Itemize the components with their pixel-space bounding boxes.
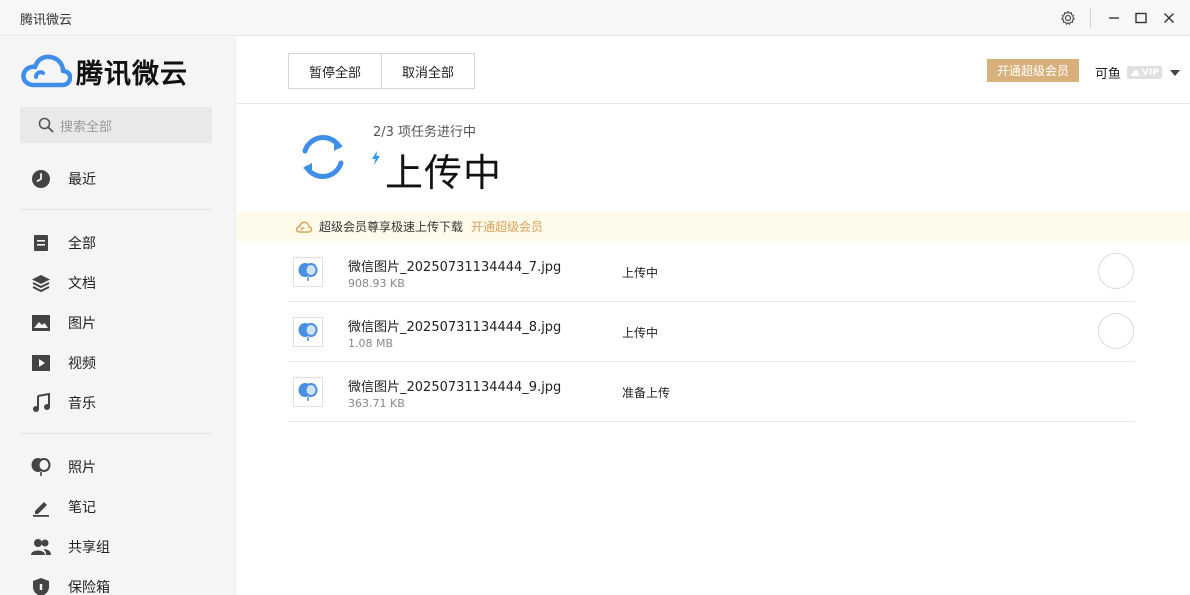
photo-thumbnail	[293, 377, 323, 407]
sidebar-item-label: 文档	[68, 276, 96, 292]
sidebar-item-notes[interactable]: 笔记	[30, 495, 96, 519]
sidebar-item-label: 音乐	[68, 396, 96, 412]
sidebar-item-label: 照片	[68, 460, 96, 476]
sidebar-item-label: 图片	[68, 316, 96, 332]
minimize-icon[interactable]	[1104, 8, 1124, 28]
photo-thumbnail	[293, 257, 323, 287]
lightning-icon	[372, 151, 380, 165]
brand-logo: 腾讯微云	[20, 51, 188, 91]
open-vip-button[interactable]: 开通超级会员	[987, 59, 1080, 82]
sidebar-item-vault[interactable]: 保险箱	[30, 575, 110, 595]
close-icon[interactable]	[1159, 8, 1179, 28]
music-note-icon	[30, 392, 52, 414]
search-icon	[38, 117, 54, 133]
photo-thumbnail	[293, 317, 323, 347]
image-icon	[30, 312, 52, 334]
sidebar-divider	[20, 209, 212, 210]
title-bar: 腾讯微云	[0, 0, 1190, 36]
titlebar-divider	[1090, 8, 1091, 28]
toolbar: 暂停全部 取消全部 开通超级会员 可鱼 VIP	[237, 37, 1190, 104]
upload-progress-button[interactable]	[1098, 313, 1134, 349]
username: 可鱼	[1095, 67, 1122, 82]
sidebar-item-videos[interactable]: 视频	[30, 351, 96, 375]
file-status: 上传中	[622, 326, 659, 340]
balloon-icon	[298, 383, 318, 401]
sidebar-divider	[20, 433, 212, 434]
chevron-down-icon	[1169, 69, 1180, 76]
users-icon	[30, 536, 52, 558]
balloon-icon	[298, 263, 318, 281]
task-button-group: 暂停全部 取消全部	[288, 53, 476, 89]
sidebar-item-label: 最近	[68, 172, 96, 188]
settings-icon[interactable]	[1058, 8, 1078, 28]
sidebar: 腾讯微云 搜索全部 最近 全部 文档 图片 视频 音乐 照片 笔记 共享组 保险…	[0, 37, 236, 595]
pause-all-button[interactable]: 暂停全部	[288, 53, 383, 89]
layers-icon	[30, 272, 52, 294]
open-vip-link[interactable]: 开通超级会员	[471, 218, 543, 235]
task-progress-text: 2/3 项任务进行中	[373, 125, 477, 140]
status-title: 上传中	[385, 151, 503, 195]
table-row[interactable]: 微信图片_20250731134444_8.jpg 1.08 MB 上传中	[288, 302, 1135, 362]
play-icon	[30, 352, 52, 374]
sidebar-item-label: 笔记	[68, 500, 96, 516]
pencil-icon	[30, 496, 52, 518]
file-status: 准备上传	[622, 386, 671, 400]
file-status: 上传中	[622, 266, 659, 280]
shield-icon	[30, 576, 52, 595]
maximize-icon[interactable]	[1131, 8, 1151, 28]
balloon-icon	[298, 323, 318, 341]
user-menu[interactable]: 可鱼 VIP	[1095, 63, 1180, 82]
file-name: 微信图片_20250731134444_7.jpg	[348, 260, 562, 275]
upload-file-list: 微信图片_20250731134444_7.jpg 908.93 KB 上传中 …	[288, 242, 1135, 422]
sidebar-item-music[interactable]: 音乐	[30, 391, 96, 415]
clock-icon	[30, 168, 52, 190]
table-row[interactable]: 微信图片_20250731134444_7.jpg 908.93 KB 上传中	[288, 242, 1135, 302]
file-size: 1.08 MB	[348, 337, 394, 350]
vip-badge: VIP	[1127, 66, 1162, 79]
file-icon	[30, 232, 52, 254]
file-name: 微信图片_20250731134444_8.jpg	[348, 320, 562, 335]
upload-progress-button[interactable]	[1098, 253, 1134, 289]
sidebar-item-recent[interactable]: 最近	[30, 167, 96, 191]
window-title: 腾讯微云	[20, 13, 73, 28]
file-size: 363.71 KB	[348, 397, 405, 410]
cloud-outline-icon	[295, 221, 313, 233]
cloud-logo-icon	[21, 54, 72, 88]
table-row[interactable]: 微信图片_20250731134444_9.jpg 363.71 KB 准备上传	[288, 362, 1135, 422]
balloon-icon	[30, 456, 52, 478]
sidebar-item-label: 共享组	[68, 540, 110, 556]
cancel-all-button[interactable]: 取消全部	[382, 53, 476, 89]
search-input[interactable]: 搜索全部	[20, 107, 212, 143]
banner-text: 超级会员尊享极速上传下载	[319, 220, 464, 234]
vip-banner: 超级会员尊享极速上传下载 开通超级会员	[237, 212, 1190, 241]
file-size: 908.93 KB	[348, 277, 405, 290]
search-placeholder: 搜索全部	[60, 119, 113, 135]
sidebar-item-photos[interactable]: 照片	[30, 455, 96, 479]
vip-badge-text: VIP	[1142, 67, 1159, 78]
sidebar-item-images[interactable]: 图片	[30, 311, 96, 335]
brand-name: 腾讯微云	[76, 58, 188, 90]
sidebar-item-docs[interactable]: 文档	[30, 271, 96, 295]
cloud-badge-icon	[1130, 69, 1140, 76]
sidebar-item-groups[interactable]: 共享组	[30, 535, 110, 559]
sidebar-item-label: 保险箱	[68, 580, 110, 595]
sidebar-item-all[interactable]: 全部	[30, 231, 96, 255]
sidebar-item-label: 视频	[68, 356, 96, 372]
sync-icon	[302, 135, 344, 179]
sidebar-item-label: 全部	[68, 236, 96, 252]
file-name: 微信图片_20250731134444_9.jpg	[348, 380, 562, 395]
